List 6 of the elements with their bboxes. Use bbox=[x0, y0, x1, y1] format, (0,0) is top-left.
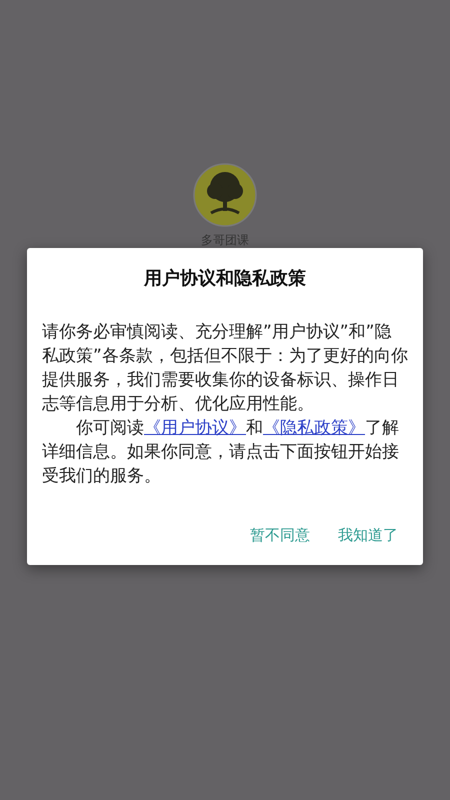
tree-logo-icon bbox=[193, 163, 257, 227]
dialog-title: 用户协议和隐私政策 bbox=[142, 267, 307, 291]
dialog-paragraph: 你可阅读《用户协议》和《隐私政策》了解详细信息。如果你同意，请点击下面按钮开始接受我们的服务。 bbox=[42, 417, 400, 488]
policy-link[interactable]: 《用户协议》 bbox=[144, 418, 246, 438]
dialog-paragraph: 请你务必审慎阅读、充分理解”用户协议”和”隐私政策”各条款，包括但不限于：为了更好的向你提供服务，我们需要收集你的设备标识、操作日志等信息用于分析、优化应用性能。 bbox=[42, 321, 408, 416]
policy-link[interactable]: 《隐私政策》 bbox=[263, 418, 365, 438]
